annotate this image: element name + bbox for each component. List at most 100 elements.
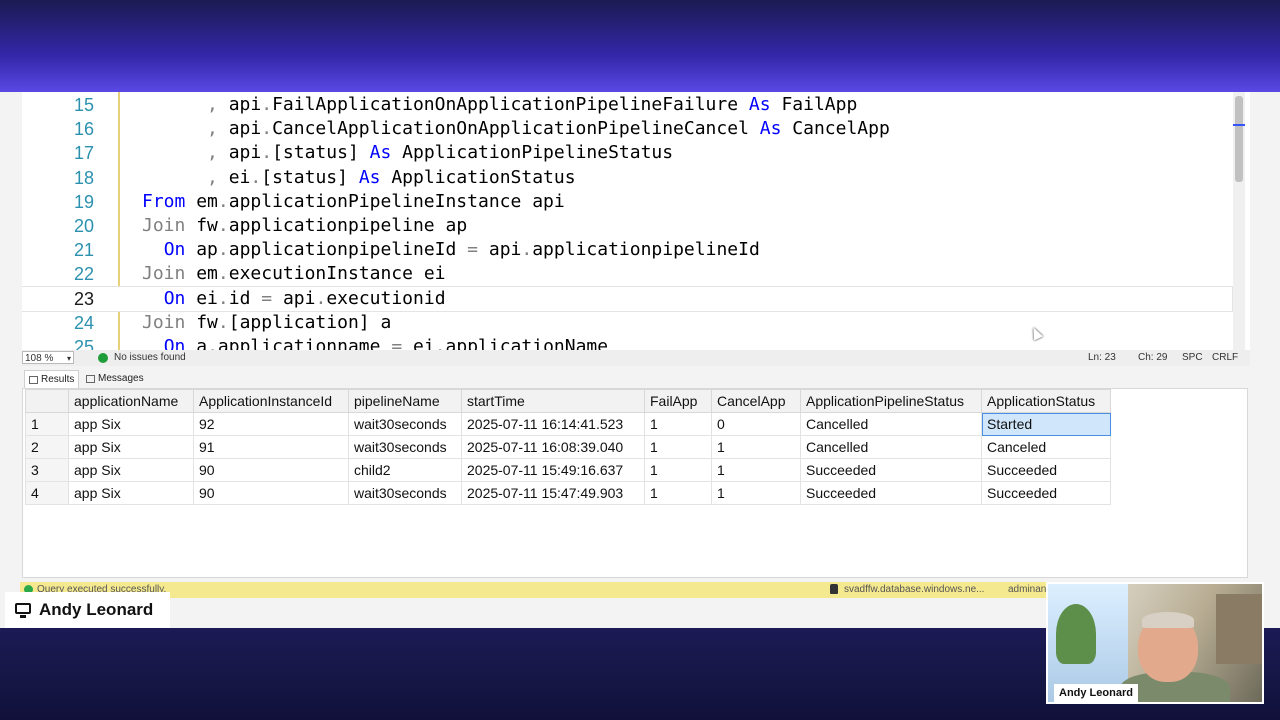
presenter-name: Andy Leonard <box>39 600 154 619</box>
table-cell[interactable]: wait30seconds <box>348 481 462 505</box>
webcam-shelf <box>1216 594 1262 664</box>
table-row[interactable]: 4 app Six 90 wait30seconds 2025-07-11 15:47:… <box>25 481 1111 505</box>
code-line[interactable]: 15 , api.FailApplicationOnApplicationPip… <box>22 93 1232 117</box>
table-cell[interactable]: Succeeded <box>800 481 982 505</box>
table-cell[interactable]: 1 <box>711 435 801 459</box>
table-cell[interactable]: Cancelled <box>800 412 982 436</box>
webcam-person-hair <box>1142 612 1194 628</box>
ssms-window: 15 , api.FailApplicationOnApplicationPip… <box>0 92 1280 628</box>
row-number[interactable]: 2 <box>25 435 69 459</box>
scrollbar-marker <box>1233 124 1245 126</box>
presenter-badge: Andy Leonard <box>5 592 170 628</box>
line-number: 22 <box>73 264 94 285</box>
table-cell[interactable]: 1 <box>644 481 712 505</box>
table-cell[interactable]: Succeeded <box>981 481 1111 505</box>
code-line[interactable]: 17 , api.[status] As ApplicationPipeline… <box>22 141 1232 165</box>
line-indicator: Ln: 23 <box>1088 352 1116 363</box>
query-editor[interactable]: 15 , api.FailApplicationOnApplicationPip… <box>22 92 1250 350</box>
code-line[interactable]: 21 On ap.applicationpipelineId = api.app… <box>22 238 1232 262</box>
line-number: 16 <box>73 119 94 140</box>
code-text: Join fw.[application] a <box>142 311 392 333</box>
table-cell[interactable]: 2025-07-11 16:08:39.040 <box>461 435 645 459</box>
header-row: applicationName ApplicationInstanceId pi… <box>25 389 1111 413</box>
code-text: On ap.applicationpipelineId = api.applic… <box>163 239 760 261</box>
code-line[interactable]: 23 On ei.id = api.executionid <box>22 285 1233 312</box>
table-cell[interactable]: 90 <box>193 458 349 482</box>
table-cell[interactable]: 1 <box>711 481 801 505</box>
line-number: 20 <box>73 216 94 236</box>
table-cell[interactable]: 90 <box>193 481 349 505</box>
table-cell[interactable]: 1 <box>644 435 712 459</box>
row-number[interactable]: 3 <box>25 458 69 482</box>
table-cell[interactable]: app Six <box>68 458 194 482</box>
tab-results-label: Results <box>41 374 75 385</box>
table-cell[interactable]: app Six <box>68 412 194 436</box>
table-cell[interactable]: 2025-07-11 15:47:49.903 <box>461 481 645 505</box>
column-header[interactable]: FailApp <box>644 389 712 413</box>
column-header[interactable]: CancelApp <box>711 389 801 413</box>
table-cell[interactable]: 91 <box>193 435 349 459</box>
row-number[interactable]: 1 <box>25 412 69 436</box>
line-number: 25 <box>73 337 94 350</box>
zoom-select[interactable]: 108 % ▾ <box>22 351 74 364</box>
column-header[interactable]: applicationName <box>68 389 194 413</box>
monitor-icon <box>15 603 31 618</box>
table-row[interactable]: 1 app Six 92 wait30seconds 2025-07-11 16:14:… <box>25 412 1111 436</box>
table-cell[interactable]: 1 <box>711 458 801 482</box>
code-line[interactable]: 19 From em.applicationPipelineInstance ap… <box>22 190 1232 214</box>
chevron-down-icon: ▾ <box>66 354 71 363</box>
line-number: 17 <box>73 143 94 164</box>
code-line[interactable]: 24 Join fw.[application] a <box>22 311 1232 335</box>
code-line[interactable]: 22 Join em.executionInstance ei <box>22 262 1232 286</box>
line-ending-indicator: CRLF <box>1212 352 1239 363</box>
column-header[interactable]: ApplicationPipelineStatus <box>800 389 982 413</box>
code-text: Join fw.applicationpipeline ap <box>142 215 468 236</box>
background-band-top <box>0 0 1280 92</box>
scrollbar-thumb[interactable] <box>1235 96 1243 182</box>
table-cell[interactable]: app Six <box>68 481 194 505</box>
table-cell[interactable]: child2 <box>348 458 462 482</box>
tab-results[interactable]: Results <box>24 370 80 388</box>
code-line[interactable]: 25 On a.applicationname = ei.application… <box>22 335 1232 350</box>
code-text: , ei.[status] As ApplicationStatus <box>207 166 576 188</box>
table-cell[interactable]: 1 <box>644 458 712 482</box>
line-number: 19 <box>73 191 94 212</box>
column-indicator: Ch: 29 <box>1138 352 1168 363</box>
code-line[interactable]: 18 , ei.[status] As ApplicationStatus <box>22 166 1232 190</box>
table-row[interactable]: 2 app Six 91 wait30seconds 2025-07-11 16:08:… <box>25 435 1111 459</box>
table-cell[interactable]: Canceled <box>981 435 1111 459</box>
corner-cell[interactable] <box>25 389 69 413</box>
table-cell[interactable]: 92 <box>193 412 349 436</box>
column-header[interactable]: startTime <box>461 389 645 413</box>
table-cell[interactable]: 1 <box>644 412 712 436</box>
grid-icon <box>29 376 38 384</box>
code-line[interactable]: 20 Join fw.applicationpipeline ap <box>22 214 1232 238</box>
webcam-feed: Andy Leonard <box>1046 582 1264 704</box>
table-cell[interactable]: 0 <box>711 412 801 436</box>
column-header[interactable]: ApplicationInstanceId <box>193 389 349 413</box>
table-cell[interactable]: Started <box>981 412 1111 436</box>
column-header[interactable]: ApplicationStatus <box>981 389 1111 413</box>
editor-scrollbar[interactable] <box>1233 92 1245 350</box>
user-name: adminan <box>1008 584 1047 595</box>
check-circle-icon <box>98 353 108 363</box>
line-number: 24 <box>73 312 94 333</box>
issues-status[interactable]: No issues found <box>114 350 186 366</box>
code-text: On ei.id = api.executionid <box>163 287 446 309</box>
table-cell[interactable]: 2025-07-11 16:14:41.523 <box>461 412 645 436</box>
table-cell[interactable]: Succeeded <box>800 458 982 482</box>
column-header[interactable]: pipelineName <box>348 389 462 413</box>
table-cell[interactable]: app Six <box>68 435 194 459</box>
line-number: 23 <box>73 288 94 309</box>
tab-messages[interactable]: Messages <box>82 370 148 388</box>
table-cell[interactable]: wait30seconds <box>348 435 462 459</box>
results-table: applicationName ApplicationInstanceId pi… <box>25 389 1111 505</box>
table-cell[interactable]: wait30seconds <box>348 412 462 436</box>
table-row[interactable]: 3 app Six 90 child2 2025-07-11 15:49:16.637 1… <box>25 458 1111 482</box>
results-grid[interactable]: applicationName ApplicationInstanceId pi… <box>22 388 1248 578</box>
table-cell[interactable]: Cancelled <box>800 435 982 459</box>
table-cell[interactable]: 2025-07-11 15:49:16.637 <box>461 458 645 482</box>
row-number[interactable]: 4 <box>25 481 69 505</box>
code-line[interactable]: 16 , api.CancelApplicationOnApplicationP… <box>22 117 1232 141</box>
table-cell[interactable]: Succeeded <box>981 458 1111 482</box>
